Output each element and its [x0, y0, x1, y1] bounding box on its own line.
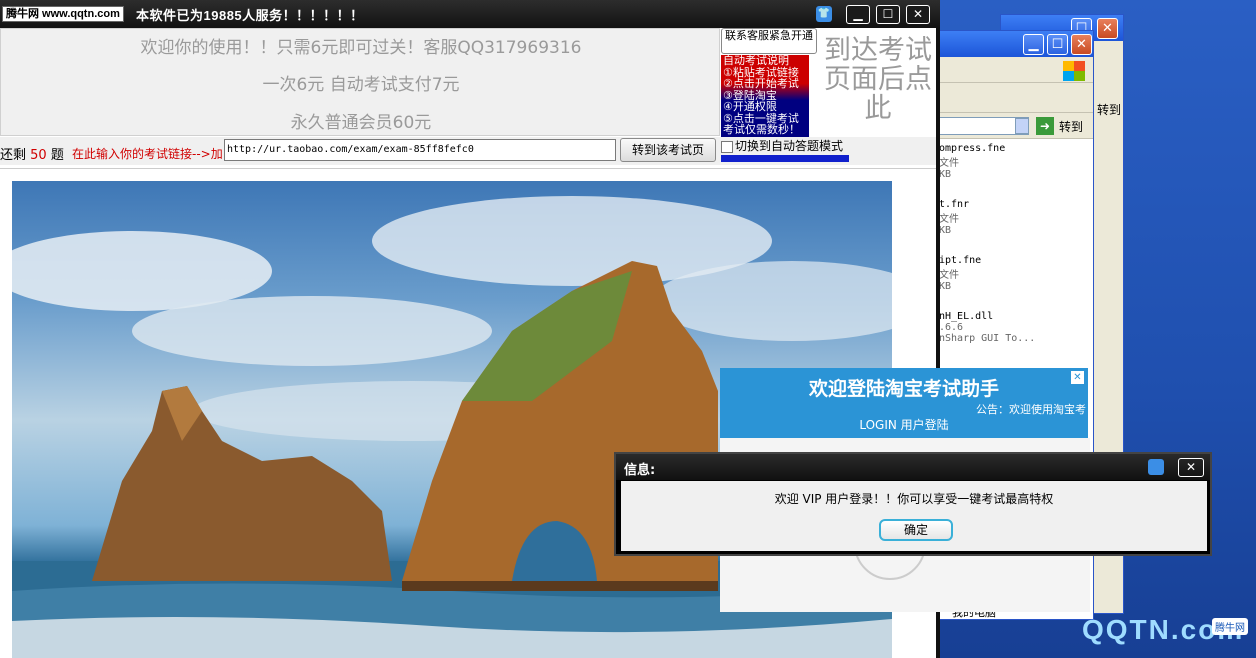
remaining-count: 还剩 50 题	[0, 144, 64, 163]
explorer-toolbar	[937, 83, 1093, 113]
login-notice: 公告：欢迎使用淘宝考	[976, 403, 1086, 416]
close-icon[interactable]: ✕	[1071, 34, 1092, 55]
file-name: ompress.fne	[939, 143, 1006, 154]
list-item[interactable]: nH_EL.dll .6.6 nSharp GUI To...	[937, 311, 1093, 367]
minimize-button[interactable]: ▁	[846, 5, 870, 24]
list-item[interactable]: ipt.fne 文件 KB	[937, 255, 1093, 311]
windows-logo-icon	[1063, 61, 1085, 81]
maximize-button[interactable]: ☐	[876, 5, 900, 24]
remaining-suffix: 题	[50, 148, 64, 163]
watermark: QQTN.com 腾牛网	[1072, 612, 1256, 658]
banner-line-1: 欢迎你的使用！！只需6元即可过关！客服QQ317969316	[140, 38, 582, 58]
dialog-title: 信息:	[624, 463, 656, 478]
close-icon[interactable]: ✕	[1097, 18, 1118, 39]
url-hint: 在此输入你的考试链接-->加	[72, 147, 223, 161]
file-list: ompress.fne 文件 KB t.fnr 文件 KB ipt.fne 文件…	[937, 143, 1093, 367]
file-size: KB	[939, 281, 952, 292]
file-size: KB	[939, 225, 952, 236]
url-toolbar: 还剩 50 题 在此输入你的考试链接-->加 http://ur.taobao.…	[0, 137, 936, 165]
maximize-icon[interactable]: ☐	[1047, 34, 1068, 55]
file-name: ipt.fne	[939, 255, 982, 266]
login-link[interactable]: LOGIN 用户登陆	[720, 416, 1088, 433]
close-button[interactable]: ✕	[906, 5, 930, 24]
reach-exam-page-button[interactable]: 到达考试页面后点此	[820, 36, 936, 123]
dialog-close-button[interactable]: ✕	[1178, 458, 1204, 477]
auto-answer-checkbox[interactable]	[721, 141, 733, 153]
info-dialog: 信息: ✕ 欢迎 VIP 用户登录！！你可以享受一键考试最高特权 确定	[614, 452, 1212, 556]
main-titlebar[interactable]: 腾牛网 www.qqtn.com 本软件已为19885人服务！！！！！！ 👕 ▁…	[0, 0, 940, 28]
explorer-titlebar[interactable]: ▁ ☐ ✕	[937, 31, 1093, 57]
file-type: 文件	[939, 270, 959, 281]
ok-button[interactable]: 确定	[879, 519, 953, 541]
dialog-body: 欢迎 VIP 用户登录！！你可以享受一键考试最高特权 确定	[621, 481, 1207, 551]
file-size: KB	[939, 169, 952, 180]
progress-bar	[721, 155, 849, 162]
go-to-exam-button[interactable]: 转到该考试页	[620, 138, 716, 162]
login-title: 欢迎登陆淘宝考试助手	[808, 378, 999, 400]
file-name: nH_EL.dll	[939, 311, 994, 322]
file-type: 文件	[939, 214, 959, 225]
list-item[interactable]: ompress.fne 文件 KB	[937, 143, 1093, 199]
dialog-titlebar[interactable]: 信息: ✕	[616, 454, 1210, 480]
address-bar: ➜ 转到	[937, 113, 1093, 139]
dialog-message: 欢迎 VIP 用户登录！！你可以享受一键考试最高特权	[774, 492, 1054, 506]
skin-icon[interactable]	[1148, 459, 1164, 475]
contact-service-button[interactable]: 联系客服紧急开通	[721, 28, 817, 54]
explorer-menubar	[937, 57, 1093, 83]
exam-url-input[interactable]: http://ur.taobao.com/exam/exam-85ff8fefc…	[224, 139, 616, 161]
file-size: nSharp GUI To...	[939, 333, 1036, 344]
auto-exam-text: 自动考试说明 ①粘贴考试链接 ②点击开始考试 ③登陆淘宝 ④开通权限 ⑤点击一键…	[723, 55, 800, 136]
go-arrow-icon[interactable]: ➜	[1036, 117, 1054, 135]
auto-answer-label[interactable]: 切换到自动答题模式	[735, 137, 843, 154]
list-item[interactable]: t.fnr 文件 KB	[937, 199, 1093, 255]
minimize-icon[interactable]: ▁	[1023, 34, 1044, 55]
chevron-down-icon[interactable]	[1015, 118, 1029, 134]
banner-line-2: 一次6元 自动考试支付7元	[262, 75, 460, 95]
window-title: 本软件已为19885人服务！！！！！！	[136, 8, 364, 23]
remaining-prefix: 还剩	[0, 148, 27, 163]
login-panel: 欢迎登陆淘宝考试助手 公告：欢迎使用淘宝考 LOGIN 用户登陆 ✕	[720, 368, 1088, 438]
go-label-back[interactable]: 转到	[1097, 101, 1121, 118]
auto-exam-instructions: 自动考试说明 ①粘贴考试链接 ②点击开始考试 ③登陆淘宝 ④开通权限 ⑤点击一键…	[721, 55, 809, 137]
go-label[interactable]: 转到	[1059, 118, 1083, 135]
remaining-number: 50	[30, 148, 47, 163]
watermark-tag: 腾牛网	[1212, 618, 1248, 635]
file-name: t.fnr	[939, 199, 970, 210]
banner-line-3: 永久普通会员60元	[290, 113, 432, 133]
login-close-button[interactable]: ✕	[1071, 371, 1084, 384]
file-type: .6.6	[939, 322, 964, 333]
file-type: 文件	[939, 158, 959, 169]
app-logo: 腾牛网 www.qqtn.com	[2, 6, 124, 22]
info-banner: 欢迎你的使用！！只需6元即可过关！客服QQ317969316 一次6元 自动考试…	[0, 28, 720, 136]
skin-icon[interactable]: 👕	[816, 6, 832, 22]
